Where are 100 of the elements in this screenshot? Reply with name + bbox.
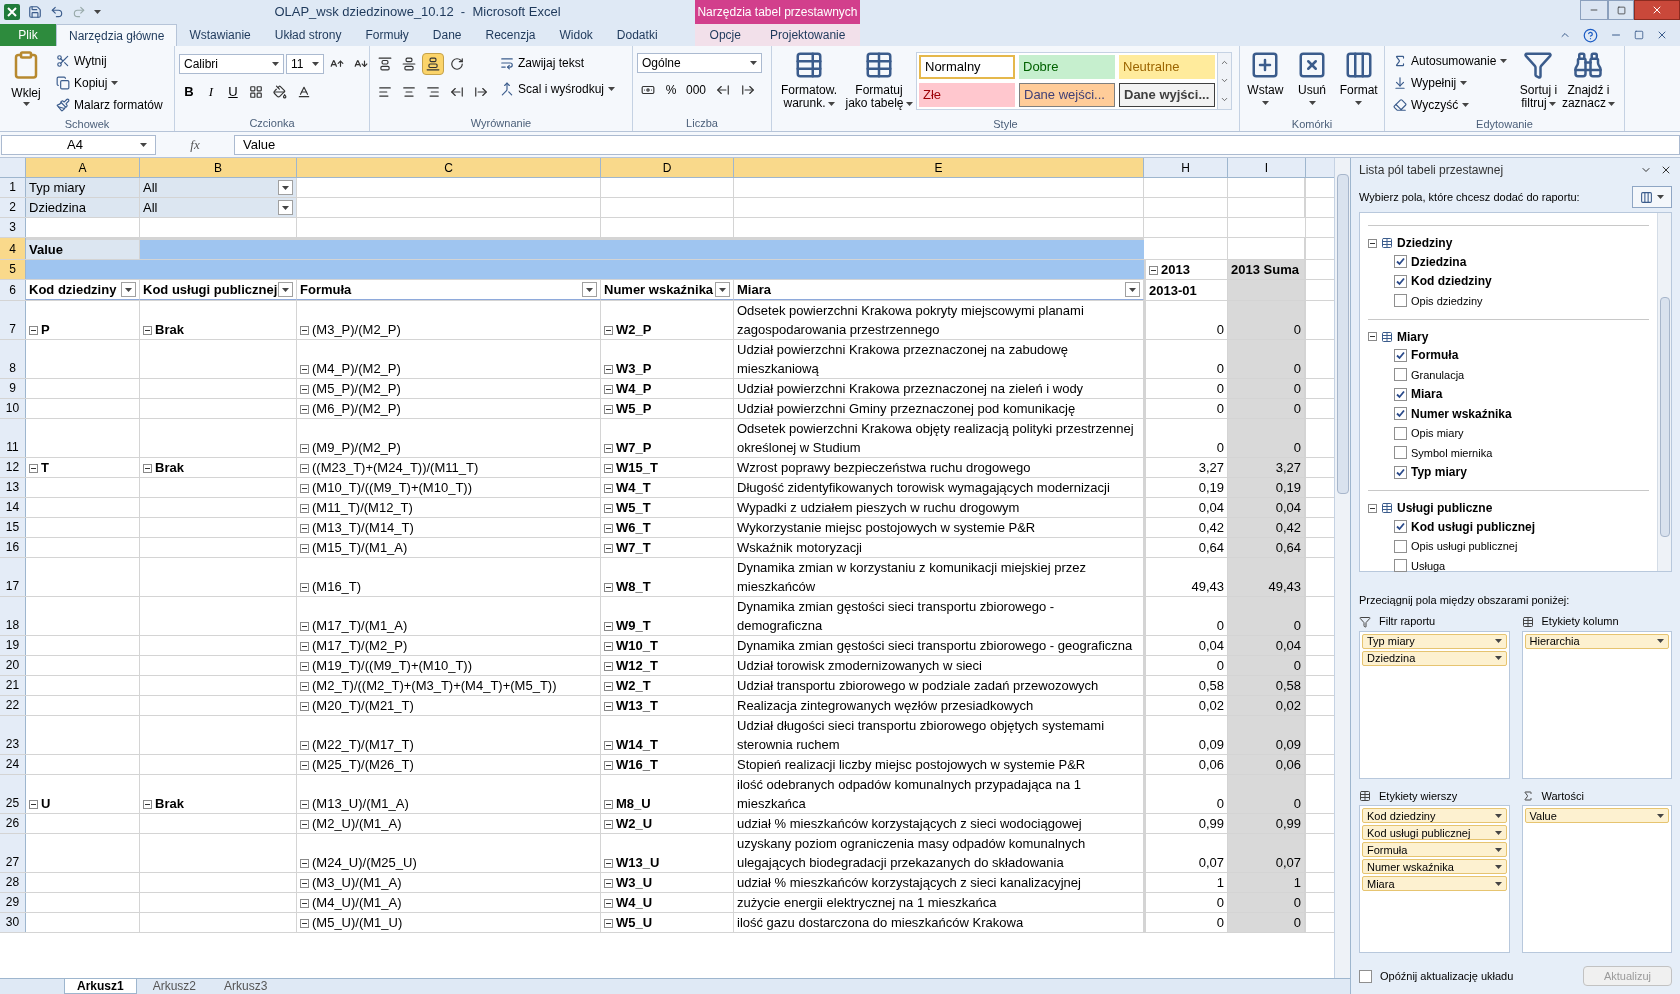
cell-style-swatch[interactable]: Dobre: [1019, 55, 1115, 79]
collapse-icon[interactable]: [143, 326, 152, 335]
filter-dropdown-button[interactable]: [715, 282, 730, 297]
row-header[interactable]: 25: [0, 775, 26, 813]
ribbon-button[interactable]: Autosumowanie: [1389, 50, 1512, 72]
collapse-icon[interactable]: [604, 583, 613, 592]
defer-checkbox[interactable]: Opóźnij aktualizację układu: [1359, 967, 1514, 985]
field-item[interactable]: Kod dziedziny: [1394, 271, 1649, 291]
collapse-icon[interactable]: [300, 326, 309, 335]
field-header[interactable]: Miara: [734, 280, 1144, 300]
percent-button[interactable]: %: [662, 80, 680, 100]
collapse-icon[interactable]: [604, 919, 613, 928]
field-group[interactable]: Miary: [1397, 327, 1429, 346]
checkbox[interactable]: [1394, 368, 1407, 382]
maximize-button[interactable]: [1608, 0, 1634, 20]
sheet-tab[interactable]: Arkusz1: [64, 979, 137, 994]
row-header[interactable]: 29: [0, 893, 26, 912]
row-header[interactable]: 1: [0, 178, 26, 197]
checkbox[interactable]: [1394, 294, 1407, 308]
collapse-icon[interactable]: [300, 919, 309, 928]
collapse-icon[interactable]: [604, 820, 613, 829]
row-header[interactable]: 18: [0, 597, 26, 635]
checkbox[interactable]: [1394, 539, 1407, 553]
row-header[interactable]: 4: [0, 238, 26, 259]
row-header[interactable]: 15: [0, 518, 26, 537]
ribbon-tab[interactable]: Formuły: [353, 24, 421, 46]
collapse-icon[interactable]: [604, 326, 613, 335]
collapse-icon[interactable]: [604, 484, 613, 493]
thousands-button[interactable]: 000: [683, 80, 709, 100]
ribbon-button[interactable]: Formatow. warunk.: [776, 50, 842, 116]
collapse-icon[interactable]: [300, 682, 309, 691]
cell-style-swatch[interactable]: Dane wejści...: [1019, 83, 1115, 107]
italic-button[interactable]: I: [201, 82, 221, 102]
field-group[interactable]: Usługi publiczne: [1397, 499, 1493, 517]
field-item[interactable]: Typ miary: [1394, 462, 1649, 482]
row-header[interactable]: 9: [0, 379, 26, 398]
collapse-icon[interactable]: [604, 879, 613, 888]
ribbon-tab[interactable]: Dane: [420, 24, 474, 46]
collapse-icon[interactable]: [604, 859, 613, 868]
drop-area[interactable]: Value: [1521, 805, 1672, 954]
area-field[interactable]: Kod usługi publicznej: [1362, 825, 1507, 841]
field-item[interactable]: Usługa: [1394, 556, 1649, 576]
name-box[interactable]: A4: [1, 134, 156, 155]
collapse-icon[interactable]: [300, 484, 309, 493]
collapse-icon[interactable]: [604, 365, 613, 374]
field-item[interactable]: Symbol miernika: [1394, 443, 1649, 463]
ribbon-tab[interactable]: Wstawianie: [177, 24, 263, 46]
ribbon-tab[interactable]: Narzędzia główne: [56, 24, 178, 46]
row-header[interactable]: 3: [0, 218, 26, 237]
ribbon-button[interactable]: Wstaw: [1244, 50, 1287, 116]
collapse-icon[interactable]: [300, 859, 309, 868]
row-header[interactable]: 2: [0, 198, 26, 217]
ribbon-button[interactable]: Usuń: [1290, 50, 1334, 116]
filter-dropdown-button[interactable]: [278, 180, 293, 195]
collapse-icon[interactable]: [300, 365, 309, 374]
ribbon-tab[interactable]: Układ strony: [262, 24, 354, 46]
filter-dropdown-button[interactable]: [278, 282, 293, 297]
vertical-align-button[interactable]: [422, 53, 444, 75]
collapse-icon[interactable]: [300, 761, 309, 770]
collapse-icon[interactable]: [300, 504, 309, 513]
collapse-icon[interactable]: [300, 820, 309, 829]
collapse-icon[interactable]: [143, 800, 152, 809]
checkbox[interactable]: [1394, 387, 1407, 401]
collapse-icon[interactable]: [604, 504, 613, 513]
collapse-icon[interactable]: [143, 464, 152, 473]
collapse-icon[interactable]: [300, 899, 309, 908]
row-header[interactable]: 7: [0, 301, 26, 339]
collapse-icon[interactable]: [604, 800, 613, 809]
row-header[interactable]: 6: [0, 280, 26, 300]
field-header[interactable]: Kod dziedziny: [26, 280, 140, 300]
collapse-icon[interactable]: [604, 444, 613, 453]
font-name-field[interactable]: Calibri: [179, 54, 284, 74]
checkbox[interactable]: [1394, 465, 1407, 479]
field-header[interactable]: Numer wskaźnika: [601, 280, 734, 300]
checkbox[interactable]: [1394, 426, 1407, 440]
cell-style-swatch[interactable]: Złe: [919, 83, 1015, 107]
function-label[interactable]: fx: [160, 134, 230, 155]
scrollbar[interactable]: [1334, 158, 1350, 978]
ribbon-tab[interactable]: Recenzja: [473, 24, 548, 46]
checkbox[interactable]: [1394, 348, 1407, 362]
sheet-tab[interactable]: Arkusz2: [140, 979, 209, 994]
collapse-icon[interactable]: [300, 702, 309, 711]
collapse-icon[interactable]: [604, 662, 613, 671]
area-field[interactable]: Miara: [1362, 876, 1507, 892]
filter-dropdown-button[interactable]: [121, 282, 136, 297]
drop-area[interactable]: Typ miary Dziedzina: [1359, 630, 1510, 779]
expand-toggle[interactable]: [1368, 332, 1377, 341]
collapse-icon[interactable]: [300, 524, 309, 533]
collapse-icon[interactable]: [1149, 266, 1158, 275]
collapse-icon[interactable]: [300, 544, 309, 553]
ribbon-button[interactable]: Wyczyść: [1389, 94, 1512, 116]
underline-button[interactable]: U: [223, 82, 243, 102]
collapse-icon[interactable]: [29, 326, 38, 335]
row-header[interactable]: 30: [0, 913, 26, 932]
field-item[interactable]: Opis usługi publicznej: [1394, 536, 1649, 556]
collapse-icon[interactable]: [300, 583, 309, 592]
paste-button[interactable]: Wklej: [4, 50, 48, 116]
filter-dropdown-button[interactable]: [1125, 282, 1140, 297]
checkbox[interactable]: [1394, 407, 1407, 421]
collapse-icon[interactable]: [300, 405, 309, 414]
